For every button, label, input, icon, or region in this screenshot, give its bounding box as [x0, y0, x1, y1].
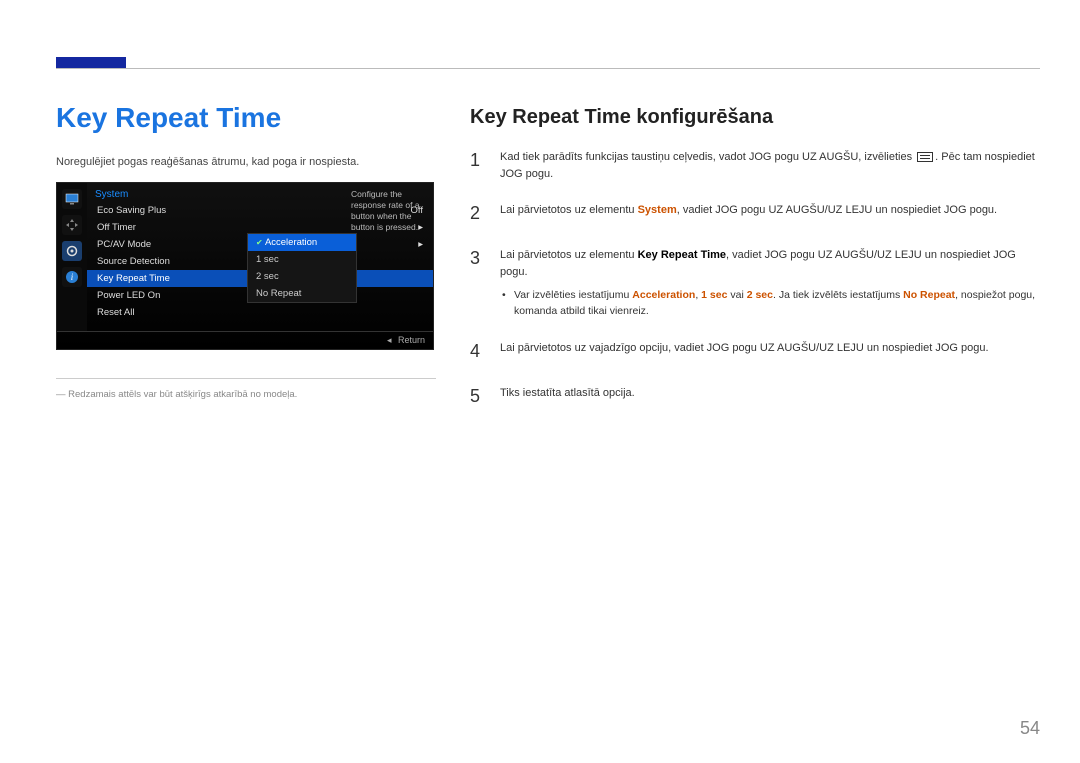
right-column: Key Repeat Time konfigurēšana 1 Kad tiek … [470, 68, 1040, 723]
step-item: 3Lai pārvietotos uz elementu Key Repeat … [470, 245, 1040, 320]
step-item: 5 Tiks iestatīta atlasītā opcija. [470, 383, 1040, 410]
osd-submenu-row: Acceleration [248, 234, 356, 251]
section-title: Key Repeat Time konfigurēšana [470, 106, 1040, 129]
step-number: 4 [470, 338, 486, 365]
step-number: 3 [470, 245, 486, 320]
monitor-icon [62, 189, 82, 209]
step-text: Tiks iestatīta atlasītā opcija. [500, 383, 1040, 410]
osd-submenu: Acceleration1 sec2 secNo Repeat [247, 233, 357, 303]
return-label: Return [398, 335, 425, 345]
info-icon: i [62, 267, 82, 287]
header-accent [56, 57, 126, 68]
step-item: 1 Kad tiek parādīts funkcijas taustiņu ce… [470, 147, 1040, 182]
gear-icon [62, 241, 82, 261]
page-title: Key Repeat Time [56, 102, 436, 134]
osd-footer: ◂ Return [57, 331, 433, 349]
step-number: 1 [470, 147, 486, 182]
section-description: Noregulējiet pogas reaģēšanas ātrumu, ka… [56, 156, 436, 168]
osd-submenu-row: No Repeat [248, 285, 356, 302]
osd-screenshot: i System Eco Saving PlusOffOff Timer▸PC/… [56, 182, 434, 350]
osd-menu-row: Reset All [87, 304, 433, 321]
page-content: Key Repeat Time Noregulējiet pogas reaģē… [56, 68, 1040, 723]
step-text: Lai pārvietotos uz elementu Key Repeat T… [500, 245, 1040, 320]
step-text: Lai pārvietotos uz elementu System, vadi… [500, 200, 1040, 227]
osd-sidebar: i [57, 183, 87, 331]
arrows-icon [62, 215, 82, 235]
menu-icon [917, 152, 933, 162]
divider [56, 378, 436, 379]
step-number: 5 [470, 383, 486, 410]
page-number: 54 [1020, 718, 1040, 739]
step-text: Kad tiek parādīts funkcijas taustiņu ceļ… [500, 147, 1040, 182]
footnote: Redzamais attēls var būt atšķirīgs atkar… [56, 389, 436, 400]
step-item: 2 Lai pārvietotos uz elementu System, vad… [470, 200, 1040, 227]
step-number: 2 [470, 200, 486, 227]
back-icon: ◂ [387, 335, 392, 346]
osd-tooltip: Configure the response rate of a button … [351, 189, 429, 233]
step-text: Lai pārvietotos uz vajadzīgo opciju, vad… [500, 338, 1040, 365]
steps-list: 1 Kad tiek parādīts funkcijas taustiņu ce… [470, 147, 1040, 410]
step-subnote: Var izvēlēties iestatījumu Acceleration,… [500, 288, 1040, 320]
osd-submenu-row: 2 sec [248, 268, 356, 285]
left-column: Key Repeat Time Noregulējiet pogas reaģē… [56, 68, 436, 723]
osd-submenu-row: 1 sec [248, 251, 356, 268]
step-item: 4 Lai pārvietotos uz vajadzīgo opciju, va… [470, 338, 1040, 365]
